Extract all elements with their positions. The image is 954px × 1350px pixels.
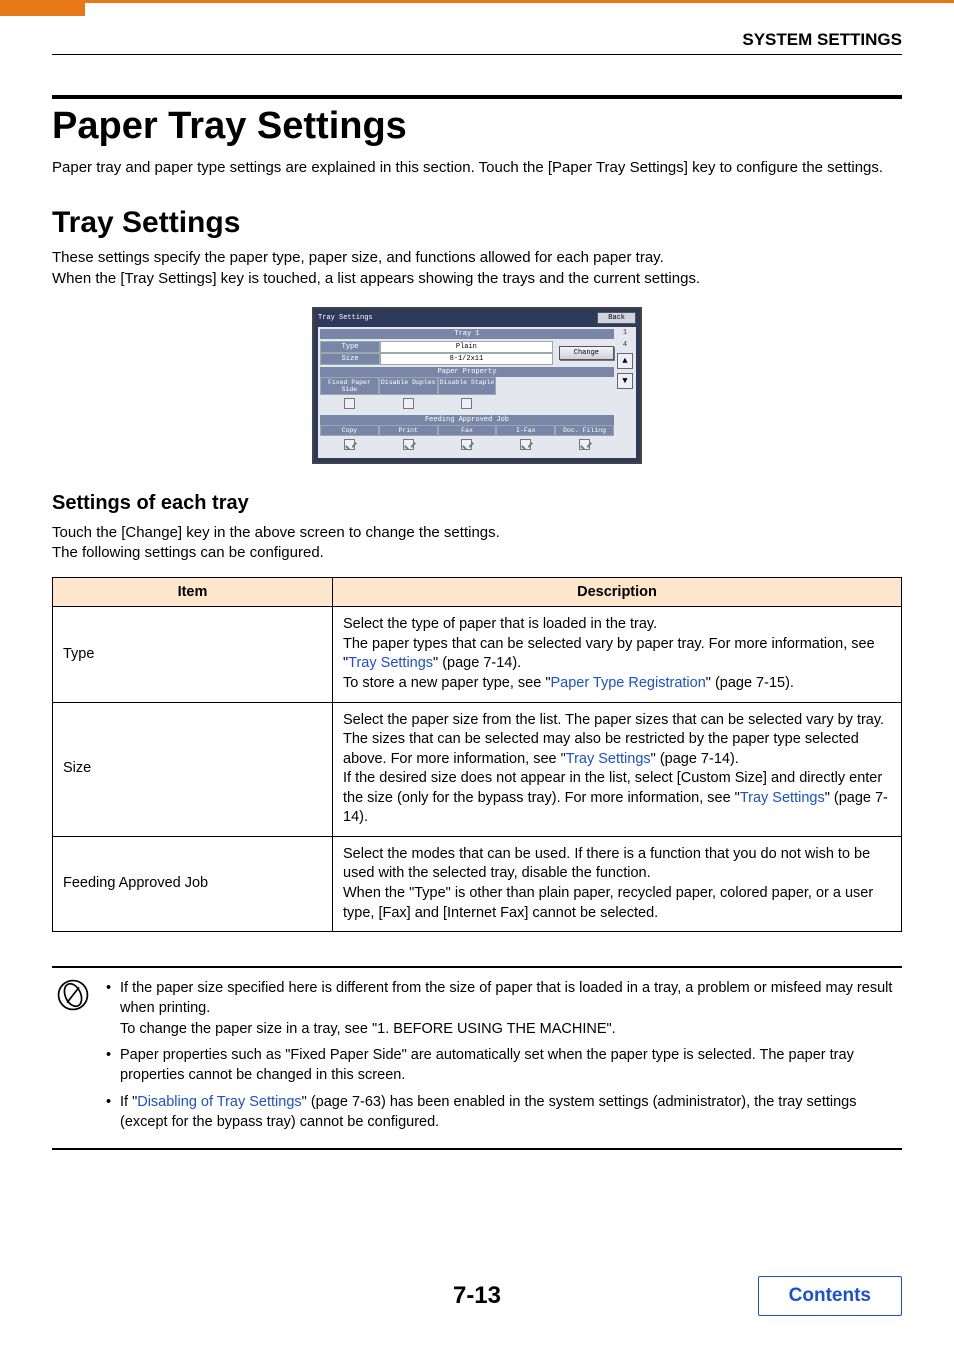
item-feeding: Feeding Approved Job [53, 836, 333, 931]
job-col: Print [379, 425, 438, 436]
header-rule [52, 54, 902, 55]
table-row: Type Select the type of paper that is lo… [53, 607, 902, 702]
breadcrumb: SYSTEM SETTINGS [52, 30, 902, 50]
note-item: If "Disabling of Tray Settings" (page 7-… [106, 1092, 898, 1133]
tray-settings-link[interactable]: Tray Settings [566, 751, 651, 767]
type-label: Type [320, 341, 380, 353]
page-title: Paper Tray Settings [52, 105, 902, 148]
note-icon [56, 978, 90, 1012]
prop-col: Disable Staple [438, 377, 497, 395]
chapter-tab [0, 0, 85, 16]
item-size: Size [53, 702, 333, 836]
intro-paragraph: Paper tray and paper type settings are e… [52, 158, 902, 178]
note-item: Paper properties such as "Fixed Paper Si… [106, 1045, 898, 1086]
job-col: I-Fax [496, 425, 555, 436]
prop-col: Disable Duplex [379, 377, 438, 395]
checkbox-checked[interactable] [579, 439, 590, 450]
type-value: Plain [380, 341, 553, 353]
tray-settings-p2: When the [Tray Settings] key is touched,… [52, 269, 902, 289]
tray-settings-link[interactable]: Tray Settings [740, 790, 825, 806]
checkbox-checked[interactable] [344, 439, 355, 450]
table-row: Feeding Approved Job Select the modes th… [53, 836, 902, 931]
checkbox-checked[interactable] [461, 439, 472, 450]
checkbox-checked[interactable] [520, 439, 531, 450]
size-value: 8-1/2x11 [380, 353, 553, 365]
checkbox[interactable] [403, 398, 414, 409]
job-col: Fax [438, 425, 497, 436]
size-label: Size [320, 353, 380, 365]
tray-name-bar: Tray 1 [320, 329, 614, 339]
paper-property-header: Paper Property [320, 367, 614, 377]
settings-table: Item Description Type Select the type of… [52, 577, 902, 932]
item-type: Type [53, 607, 333, 702]
back-button[interactable]: Back [597, 312, 636, 324]
scroll-up-button[interactable]: ▲ [617, 353, 633, 369]
page-total: 4 [623, 341, 627, 349]
note-item: If the paper size specified here is diff… [106, 978, 898, 1039]
desc-feeding: Select the modes that can be used. If th… [333, 836, 902, 931]
checkbox[interactable] [344, 398, 355, 409]
settings-sub-p2: The following settings can be configured… [52, 543, 902, 563]
prop-col-empty [555, 377, 614, 395]
tray-settings-link[interactable]: Tray Settings [348, 655, 433, 671]
chapter-tab-strip [0, 0, 954, 16]
contents-button[interactable]: Contents [758, 1276, 902, 1316]
paper-type-registration-link[interactable]: Paper Type Registration [550, 675, 705, 691]
tray-settings-p1: These settings specify the paper type, p… [52, 248, 902, 268]
prop-col: Fixed Paper Side [320, 377, 379, 395]
table-row: Size Select the paper size from the list… [53, 702, 902, 836]
job-col: Copy [320, 425, 379, 436]
chapter-rule [85, 0, 954, 3]
tray-settings-heading: Tray Settings [52, 206, 902, 240]
job-col: Doc. Filing [555, 425, 614, 436]
job-header: Feeding Approved Job [320, 415, 614, 425]
prop-col-empty [496, 377, 555, 395]
settings-sub-p1: Touch the [Change] key in the above scre… [52, 523, 902, 543]
checkbox[interactable] [461, 398, 472, 409]
page-number: 7-13 [453, 1282, 501, 1309]
section-rule [52, 95, 902, 99]
touch-panel-screenshot: Tray Settings Back Tray 1 Type Plain [312, 307, 642, 464]
change-button[interactable]: Change [559, 346, 614, 360]
panel-title-text: Tray Settings [318, 314, 373, 322]
page-current: 1 [623, 329, 627, 337]
scroll-down-button[interactable]: ▼ [617, 373, 633, 389]
disabling-tray-settings-link[interactable]: Disabling of Tray Settings [137, 1094, 301, 1110]
note-box: If the paper size specified here is diff… [52, 966, 902, 1150]
desc-type: Select the type of paper that is loaded … [333, 607, 902, 702]
table-head-item: Item [53, 578, 333, 607]
checkbox-checked[interactable] [403, 439, 414, 450]
settings-of-each-tray-heading: Settings of each tray [52, 492, 902, 515]
desc-size: Select the paper size from the list. The… [333, 702, 902, 836]
table-head-desc: Description [333, 578, 902, 607]
